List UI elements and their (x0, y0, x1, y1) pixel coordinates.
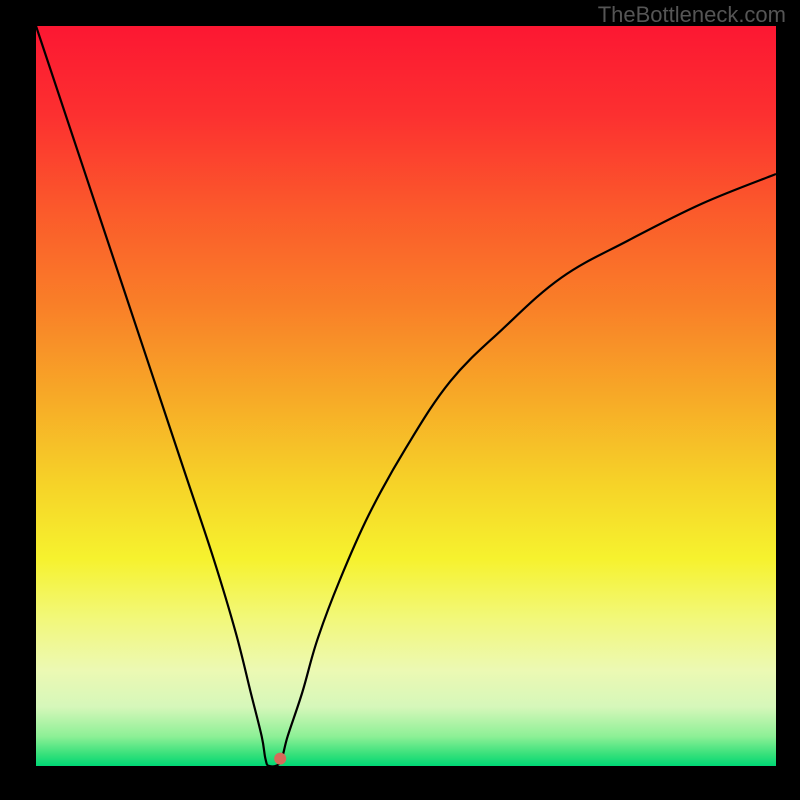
chart-svg (0, 0, 800, 800)
chart-frame: TheBottleneck.com (0, 0, 800, 800)
optimal-point-marker (274, 753, 286, 765)
watermark-text: TheBottleneck.com (598, 2, 786, 28)
plot-background (36, 26, 776, 766)
